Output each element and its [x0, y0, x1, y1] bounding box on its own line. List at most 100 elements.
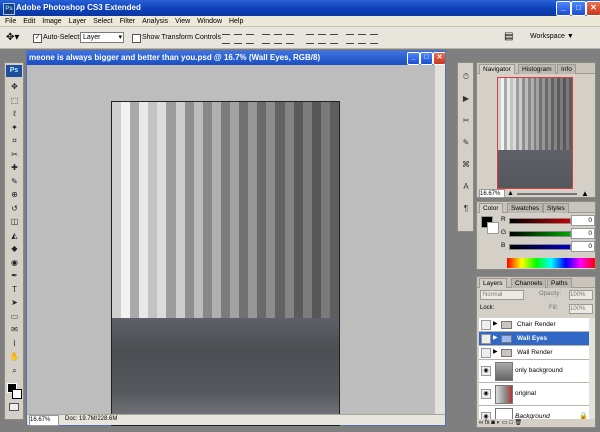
eraser-icon[interactable]: ◫ — [9, 216, 20, 227]
slice-icon[interactable]: ✂ — [9, 149, 20, 160]
brushes-icon[interactable]: ✎ — [460, 137, 472, 149]
shape-icon[interactable]: ▭ — [9, 311, 20, 322]
opacity-field[interactable]: 100% — [569, 290, 593, 300]
align-bottom-icon[interactable] — [246, 34, 254, 44]
align-top-icon[interactable] — [222, 34, 230, 44]
doc-minimize-button[interactable]: _ — [407, 52, 420, 65]
crop-icon[interactable]: ⌗ — [9, 135, 20, 146]
layer-row[interactable]: ▶ Wall Eyes — [479, 332, 591, 346]
color-background-swatch[interactable] — [487, 222, 499, 234]
menu-window[interactable]: Window — [197, 16, 222, 27]
expand-arrow-icon[interactable]: ▶ — [493, 318, 498, 331]
close-button[interactable]: ✕ — [586, 1, 600, 16]
maximize-button[interactable]: □ — [571, 1, 586, 16]
layer-row[interactable]: ◉ Background 🔒 — [479, 406, 591, 419]
layer-row[interactable]: ▶ Chair Render — [479, 318, 591, 332]
distribute-top-icon[interactable] — [306, 34, 314, 44]
channel-value[interactable]: 0 — [571, 228, 595, 239]
history-brush-icon[interactable]: ↺ — [9, 203, 20, 214]
align-left-icon[interactable] — [262, 34, 270, 44]
move-tool-preset-icon[interactable]: ✥▾ — [6, 32, 19, 43]
expand-arrow-icon[interactable]: ▶ — [493, 346, 498, 359]
tab-navigator[interactable]: Navigator — [479, 64, 515, 74]
hand-icon[interactable]: ✋ — [9, 351, 20, 362]
eyedropper-icon[interactable]: ⌇ — [9, 338, 20, 349]
dodge-icon[interactable]: ◉ — [9, 257, 20, 268]
clone-source-icon[interactable]: ⌘ — [460, 159, 472, 171]
background-color-swatch[interactable] — [12, 389, 22, 399]
navigator-zoom-field[interactable]: 16.67% — [479, 189, 505, 198]
path-selection-icon[interactable]: ➤ — [9, 297, 20, 308]
distribute-hcenter-icon[interactable] — [358, 34, 366, 44]
channel-bar[interactable] — [509, 231, 571, 237]
paragraph-icon[interactable]: ¶ — [460, 203, 472, 215]
type-icon[interactable]: T — [9, 284, 20, 295]
move-icon[interactable]: ✥ — [9, 81, 20, 92]
layers-scrollbar[interactable] — [589, 318, 595, 419]
tab-channels[interactable]: Channels — [511, 278, 547, 288]
menu-edit[interactable]: Edit — [23, 16, 35, 27]
menu-help[interactable]: Help — [229, 16, 243, 27]
magic-wand-icon[interactable]: ✦ — [9, 122, 20, 133]
menu-view[interactable]: View — [175, 16, 190, 27]
actions-icon[interactable]: ▶ — [460, 93, 472, 105]
tab-color[interactable]: Color — [479, 203, 503, 213]
marquee-icon[interactable]: ⬚ — [9, 95, 20, 106]
zoom-icon[interactable]: ⌕ — [9, 365, 20, 376]
menu-layer[interactable]: Layer — [69, 16, 87, 27]
distribute-left-icon[interactable] — [346, 34, 354, 44]
tools-preset-icon[interactable]: ✂ — [460, 115, 472, 127]
channel-value[interactable]: 0 — [571, 215, 595, 226]
visibility-eye-icon[interactable] — [481, 333, 491, 344]
expand-arrow-icon[interactable]: ▶ — [493, 332, 498, 345]
visibility-eye-icon[interactable]: ◉ — [481, 366, 491, 376]
auto-select-dropdown[interactable]: Layer ▾ — [80, 32, 124, 43]
fill-field[interactable]: 100% — [569, 304, 593, 314]
align-hcenter-icon[interactable] — [274, 34, 282, 44]
visibility-eye-icon[interactable]: ◉ — [481, 389, 491, 399]
delete-layer-icon[interactable]: 🗑 — [515, 420, 523, 426]
align-right-icon[interactable] — [286, 34, 294, 44]
zoom-slider[interactable] — [517, 193, 577, 195]
minimize-button[interactable]: _ — [556, 1, 571, 16]
color-spectrum-bar[interactable] — [507, 258, 595, 268]
channel-bar[interactable] — [509, 244, 571, 250]
visibility-eye-icon[interactable] — [481, 319, 491, 330]
channel-value[interactable]: 0 — [571, 241, 595, 252]
color-slider-b[interactable]: B0 — [501, 241, 595, 252]
blend-mode-dropdown[interactable]: Normal — [480, 290, 524, 300]
image-canvas[interactable] — [111, 101, 340, 426]
tab-info[interactable]: Info — [557, 64, 576, 74]
tab-paths[interactable]: Paths — [547, 278, 572, 288]
pen-icon[interactable]: ✒ — [9, 270, 20, 281]
align-vcenter-icon[interactable] — [234, 34, 242, 44]
distribute-vcenter-icon[interactable] — [318, 34, 326, 44]
doc-close-button[interactable]: ✕ — [433, 52, 445, 65]
tab-styles[interactable]: Styles — [543, 203, 569, 213]
tab-swatches[interactable]: Swatches — [507, 203, 544, 213]
layer-row[interactable]: ◉ only background — [479, 360, 591, 383]
menu-file[interactable]: File — [5, 16, 16, 27]
palette-well-icon[interactable]: ▤ — [504, 31, 513, 42]
auto-select-checkbox[interactable]: ✓ — [33, 34, 42, 43]
vertical-scrollbar[interactable] — [434, 65, 445, 417]
history-icon[interactable]: ⏱ — [460, 71, 472, 83]
zoom-field[interactable]: 16.67% — [29, 415, 59, 426]
brush-icon[interactable]: ✎ — [9, 176, 20, 187]
distribute-bottom-icon[interactable] — [330, 34, 338, 44]
channel-bar[interactable] — [509, 218, 571, 224]
show-transform-checkbox[interactable] — [132, 34, 141, 43]
quick-mask-icon[interactable] — [9, 403, 19, 411]
blur-icon[interactable]: ◆ — [9, 243, 20, 254]
visibility-eye-icon[interactable]: ◉ — [481, 412, 491, 419]
tab-histogram[interactable]: Histogram — [518, 64, 556, 74]
color-slider-r[interactable]: R0 — [501, 215, 595, 226]
lasso-icon[interactable]: ℓ — [9, 108, 20, 119]
doc-maximize-button[interactable]: □ — [420, 52, 433, 65]
visibility-eye-icon[interactable] — [481, 347, 491, 358]
workspace-button[interactable]: Workspace ▼ — [530, 33, 574, 40]
zoom-in-icon[interactable]: ▲ — [581, 189, 589, 198]
layer-row[interactable]: ◉ original — [479, 383, 591, 406]
zoom-out-icon[interactable]: ▲ — [507, 190, 514, 197]
menu-filter[interactable]: Filter — [120, 16, 136, 27]
